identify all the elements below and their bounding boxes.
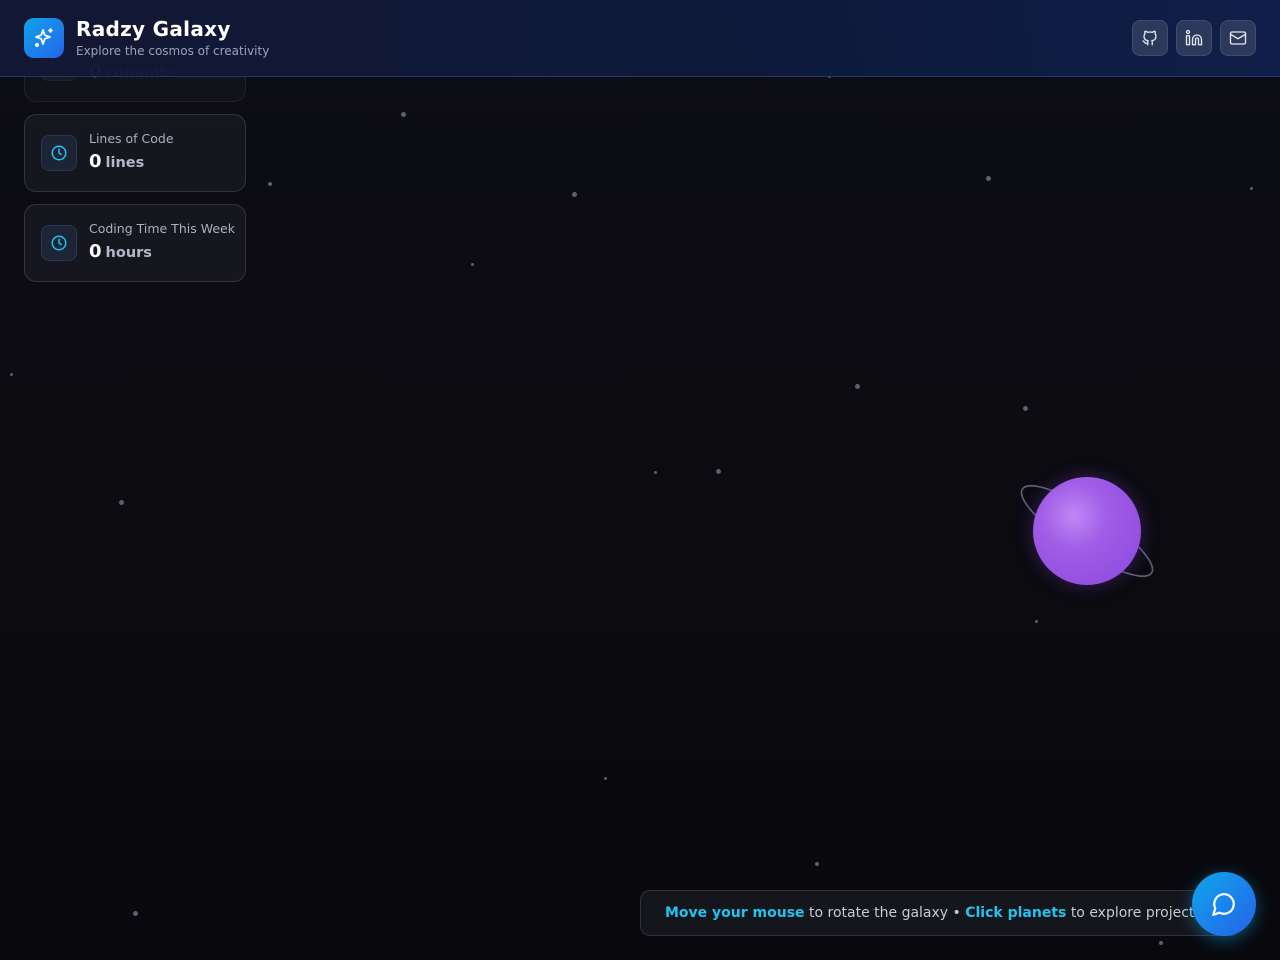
stat-value: 0 lines [89,151,144,172]
stat-number: 0 [89,241,102,262]
github-button[interactable] [1132,20,1168,56]
instructions-bar: Move your mouse to rotate the galaxy • C… [640,890,1240,936]
star [471,263,474,266]
star [119,500,124,505]
stat-card-lines-of-code: Lines of Code 0 lines [24,114,246,192]
app-subtitle: Explore the cosmos of creativity [76,44,270,58]
stat-label: Coding Time This Week [89,221,235,236]
star [401,112,406,117]
hint-action-mouse: Move your mouse [665,905,805,921]
hint-text-rotate: to rotate the galaxy • [809,905,961,921]
stat-unit: lines [105,155,145,171]
stat-card-coding-time: Coding Time This Week 0 hours [24,204,246,282]
hint-action-click: Click planets [965,905,1067,921]
star [716,469,721,474]
sparkles-icon[interactable] [24,18,64,58]
stat-number: 0 [89,151,102,172]
github-icon [1142,30,1157,46]
star [268,182,272,186]
star [986,176,991,181]
star [572,192,577,197]
linkedin-button[interactable] [1176,20,1212,56]
linkedin-icon [1185,29,1203,46]
star [1023,406,1028,411]
stat-label: Lines of Code [89,131,174,146]
star [604,777,607,780]
mail-icon [1229,31,1247,45]
star [10,373,13,376]
chat-bubble-icon [1212,893,1235,916]
clock-icon [41,225,77,261]
star [815,862,819,866]
hint-text-explore: to explore projects [1070,905,1202,921]
star [133,911,138,916]
stat-value: 0 hours [89,241,152,262]
top-header: Radzy Galaxy Explore the cosmos of creat… [0,0,1280,77]
project-planet[interactable] [1033,477,1141,585]
stat-unit: hours [105,245,152,261]
star [1035,620,1038,623]
star [855,384,860,389]
star [654,471,657,474]
email-button[interactable] [1220,20,1256,56]
chat-button[interactable] [1192,872,1256,936]
clock-icon [41,135,77,171]
app-title: Radzy Galaxy [76,17,231,41]
star [1159,941,1163,945]
star [1250,187,1253,190]
